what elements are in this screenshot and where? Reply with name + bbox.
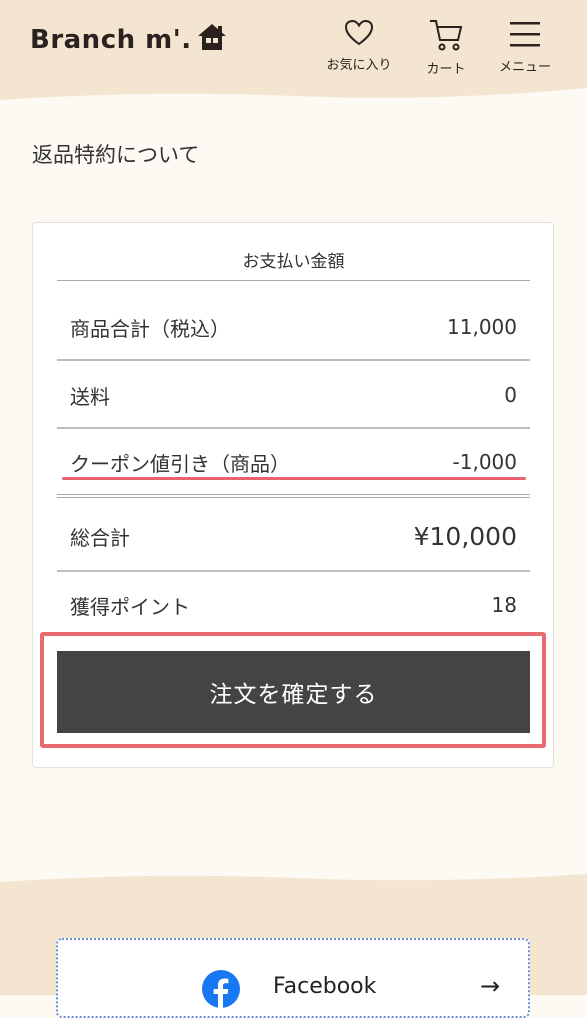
shipping-label: 送料: [70, 384, 110, 409]
total-label: 総合計: [70, 525, 130, 550]
divider: [57, 359, 530, 361]
menu-nav[interactable]: メニュー: [494, 18, 556, 75]
coupon-row: クーポン値引き（商品） -1,000: [57, 443, 530, 481]
payment-summary-title: お支払い金額: [242, 252, 345, 272]
total-row: 総合計 ¥10,000: [57, 515, 530, 557]
shipping-row: 送料 0: [57, 376, 530, 414]
menu-label: メニュー: [498, 60, 551, 75]
logo-text: Branch m'.: [30, 25, 192, 55]
shipping-value: 0: [504, 383, 517, 407]
facebook-label: Facebook: [273, 974, 377, 999]
heart-icon: [344, 19, 374, 46]
divider: [57, 280, 530, 281]
subtotal-value: 11,000: [447, 315, 517, 339]
divider: [57, 427, 530, 429]
points-row: 獲得ポイント 18: [57, 586, 530, 624]
favorites-label: お気に入り: [326, 58, 392, 73]
points-label: 獲得ポイント: [70, 594, 190, 619]
subtotal-label: 商品合計（税込）: [70, 316, 230, 341]
confirm-order-button[interactable]: 注文を確定する: [57, 651, 530, 733]
arrow-right-icon: →: [480, 972, 501, 1000]
double-divider: [57, 494, 530, 498]
divider: [57, 570, 530, 572]
coupon-label: クーポン値引き（商品）: [70, 451, 290, 476]
coupon-highlight-underline: [62, 477, 526, 480]
cart-icon: [430, 20, 463, 51]
coupon-value: -1,000: [452, 450, 517, 474]
facebook-icon: [202, 970, 240, 1008]
total-value: ¥10,000: [413, 521, 517, 551]
cart-label: カート: [426, 62, 466, 77]
points-value: 18: [491, 593, 517, 617]
site-header: Branch m'. お気に入り カート メニュー: [0, 0, 587, 110]
cart-nav[interactable]: カート: [418, 18, 474, 77]
subtotal-row: 商品合計（税込） 11,000: [57, 308, 530, 346]
returns-policy-link[interactable]: 返品特約について: [32, 139, 199, 169]
house-icon: [197, 24, 226, 50]
favorites-nav[interactable]: お気に入り: [322, 18, 396, 73]
hamburger-menu-icon: [510, 22, 540, 47]
site-logo[interactable]: Branch m'.: [30, 24, 228, 55]
